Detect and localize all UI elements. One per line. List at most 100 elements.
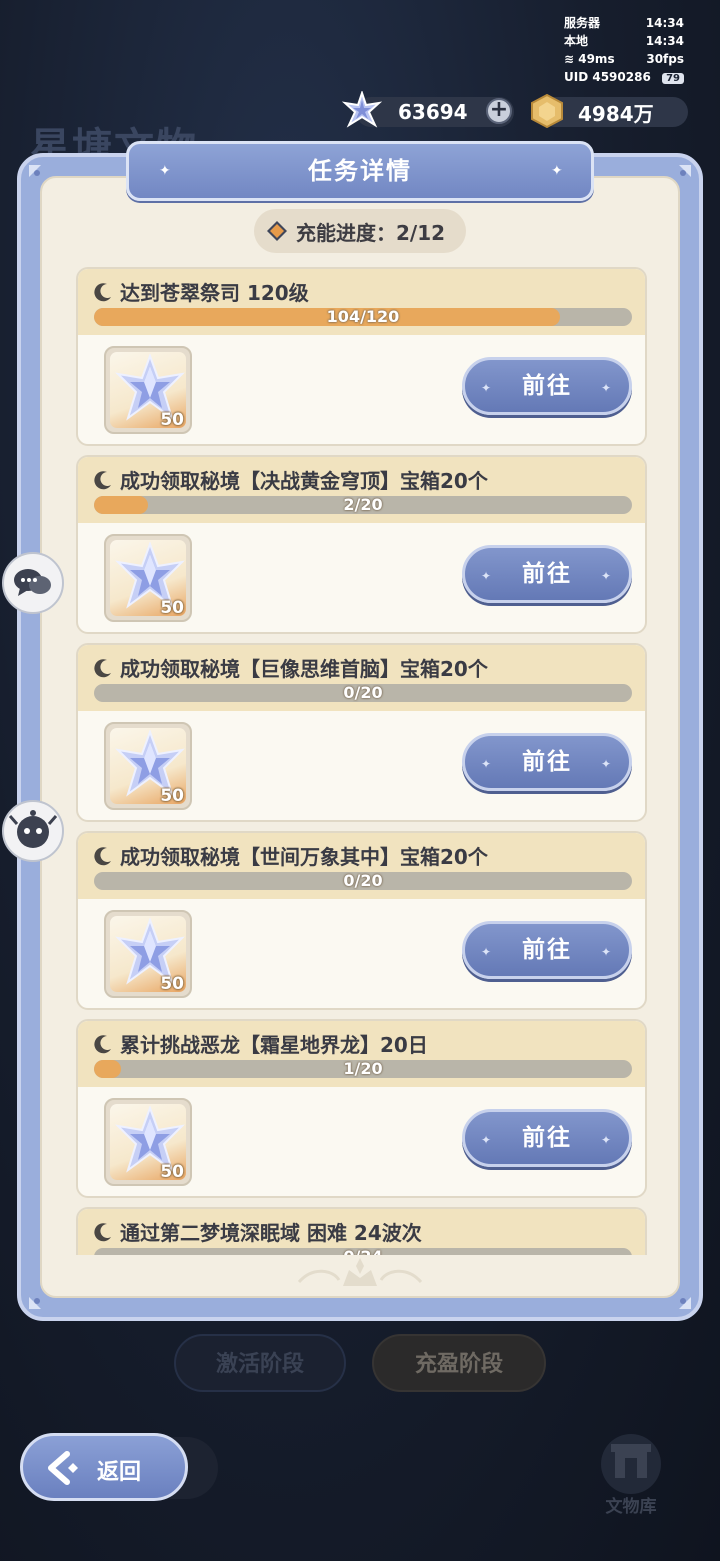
chat-icon bbox=[14, 569, 51, 596]
task-title: 成功领取秘境【世间万象其中】宝箱20个 bbox=[120, 845, 488, 869]
task-card: 达到苍翠祭司 120级 104/120 50 ✦ 前往 ✦ bbox=[76, 267, 647, 446]
task-card: 成功领取秘境【世间万象其中】宝箱20个 0/20 50 ✦ 前往 ✦ bbox=[76, 831, 647, 1010]
task-title: 成功领取秘境【巨像思维首脑】宝箱20个 bbox=[120, 657, 488, 681]
server-time: 14:34 bbox=[645, 16, 684, 30]
moon-icon bbox=[94, 1035, 111, 1054]
task-progress-text: 1/20 bbox=[343, 1060, 383, 1078]
corner-ornament-icon bbox=[29, 165, 41, 177]
task-progress-bar: 2/20 bbox=[94, 496, 632, 514]
task-header: 达到苍翠祭司 120级 104/120 bbox=[78, 269, 645, 335]
task-title: 通过第二梦境深眠域 困难 24波次 bbox=[120, 1221, 422, 1245]
add-gem-button[interactable]: + bbox=[486, 98, 512, 124]
reward-item[interactable]: 50 bbox=[104, 910, 192, 998]
task-progress-bar: 1/20 bbox=[94, 1060, 632, 1078]
gem-counter: 63694 + bbox=[342, 91, 514, 128]
diamond-ornament-icon: ✦ bbox=[481, 1133, 494, 1147]
server-label: 服务器 bbox=[564, 16, 601, 30]
coin-counter: 4984万 bbox=[531, 94, 688, 128]
task-progress-text: 0/20 bbox=[343, 684, 383, 702]
local-label: 本地 bbox=[564, 34, 589, 48]
reward-item[interactable]: 50 bbox=[104, 346, 192, 434]
ping: ≋ 49ms bbox=[564, 52, 615, 66]
go-button-label: 前往 bbox=[522, 937, 572, 963]
robot-icon bbox=[8, 810, 58, 848]
reward-quantity: 50 bbox=[160, 1162, 184, 1182]
chat-button[interactable] bbox=[2, 552, 64, 614]
task-header: 通过第二梦境深眠域 困难 24波次 0/24 bbox=[78, 1209, 645, 1255]
coin-value: 4984万 bbox=[578, 101, 654, 126]
go-button[interactable]: ✦ 前往 ✦ bbox=[462, 545, 632, 603]
local-time: 14:34 bbox=[645, 34, 684, 48]
task-header: 成功领取秘境【巨像思维首脑】宝箱20个 0/20 bbox=[78, 645, 645, 711]
diamond-ornament-icon: ✦ bbox=[481, 569, 494, 583]
task-progress-bar: 104/120 bbox=[94, 308, 632, 326]
gem-value: 63694 bbox=[398, 100, 468, 124]
reward-quantity: 50 bbox=[160, 974, 184, 994]
task-title: 达到苍翠祭司 120级 bbox=[120, 281, 309, 305]
task-card: 成功领取秘境【决战黄金穹顶】宝箱20个 2/20 50 ✦ 前往 ✦ bbox=[76, 455, 647, 634]
reward-item[interactable]: 50 bbox=[104, 722, 192, 810]
reward-item[interactable]: 50 bbox=[104, 534, 192, 622]
diamond-ornament-icon: ✦ bbox=[481, 945, 494, 959]
go-button[interactable]: ✦ 前往 ✦ bbox=[462, 357, 632, 415]
task-progress-text: 2/20 bbox=[343, 496, 383, 514]
status-overlay: 服务器 14:34 本地 14:34 ≋ 49ms 30fps UID 4590286… bbox=[564, 14, 684, 88]
charge-diamond-icon bbox=[267, 221, 287, 241]
back-button[interactable]: 返回 bbox=[20, 1433, 188, 1501]
task-card: 通过第二梦境深眠域 困难 24波次 0/24 50 ✦ 前往 ✦ bbox=[76, 1207, 647, 1255]
task-progress-text: 0/24 bbox=[94, 1248, 632, 1255]
assistant-button[interactable] bbox=[2, 800, 64, 862]
moon-icon bbox=[94, 847, 111, 866]
task-header: 成功领取秘境【世间万象其中】宝箱20个 0/20 bbox=[78, 833, 645, 899]
reward-quantity: 50 bbox=[160, 410, 184, 430]
go-button-label: 前往 bbox=[522, 561, 572, 587]
star-gem-icon bbox=[342, 91, 382, 128]
diamond-ornament-icon: ✦ bbox=[481, 381, 494, 395]
moon-icon bbox=[94, 659, 111, 678]
diamond-ornament-icon: ✦ bbox=[600, 945, 613, 959]
corner-ornament-icon bbox=[29, 1297, 41, 1309]
task-progress-bar: 0/20 bbox=[94, 872, 632, 890]
moon-icon bbox=[94, 471, 111, 490]
activate-stage-button[interactable]: 激活阶段 bbox=[174, 1334, 346, 1392]
diamond-ornament-icon: ✦ bbox=[481, 757, 494, 771]
corner-ornament-icon bbox=[679, 1297, 691, 1309]
go-button[interactable]: ✦ 前往 ✦ bbox=[462, 1109, 632, 1167]
reward-item[interactable]: 50 bbox=[104, 1098, 192, 1186]
diamond-ornament-icon: ✦ bbox=[600, 1133, 613, 1147]
wifi-icon: ≋ bbox=[564, 52, 579, 66]
go-button[interactable]: ✦ 前往 ✦ bbox=[462, 921, 632, 979]
task-progress-bar: 0/20 bbox=[94, 684, 632, 702]
panel-title-bar: ✦ 任务详情 ✦ bbox=[126, 141, 594, 201]
warehouse-label: 文物库 bbox=[605, 1497, 657, 1517]
go-button-label: 前往 bbox=[522, 749, 572, 775]
diamond-ornament-icon: ✦ bbox=[600, 569, 613, 583]
diamond-ornament-icon: ✦ bbox=[600, 757, 613, 771]
back-arrow-icon bbox=[48, 1451, 78, 1485]
go-button-label: 前往 bbox=[522, 373, 572, 399]
panel-bottom-ornament-icon bbox=[297, 1258, 423, 1286]
task-card: 累计挑战恶龙【霜星地界龙】20日 1/20 50 ✦ 前往 ✦ bbox=[76, 1019, 647, 1198]
charge-progress: 充能进度：2/12 bbox=[254, 209, 466, 253]
diamond-ornament-icon: ✦ bbox=[600, 381, 613, 395]
back-label: 返回 bbox=[97, 1460, 142, 1485]
task-progress-text: 0/20 bbox=[343, 872, 383, 890]
go-button-label: 前往 bbox=[522, 1125, 572, 1151]
corner-ornament-icon bbox=[679, 165, 691, 177]
task-card: 成功领取秘境【巨像思维首脑】宝箱20个 0/20 50 ✦ 前往 ✦ bbox=[76, 643, 647, 822]
task-list[interactable]: 达到苍翠祭司 120级 104/120 50 ✦ 前往 ✦ 成功领取秘境【决战黄… bbox=[76, 267, 647, 1255]
task-title: 成功领取秘境【决战黄金穹顶】宝箱20个 bbox=[120, 469, 488, 493]
moon-icon bbox=[94, 1223, 111, 1242]
artifact-warehouse-button[interactable]: 文物库 bbox=[594, 1432, 668, 1518]
fps: 30fps bbox=[646, 52, 684, 66]
uid: UID 4590286 bbox=[564, 70, 651, 84]
battery: 79 bbox=[662, 68, 684, 88]
coin-icon bbox=[531, 94, 563, 128]
go-button[interactable]: ✦ 前往 ✦ bbox=[462, 733, 632, 791]
moon-icon bbox=[94, 283, 111, 302]
charge-stage-button[interactable]: 充盈阶段 bbox=[372, 1334, 546, 1392]
diamond-ornament-icon: ✦ bbox=[551, 163, 563, 179]
task-progress-text: 104/120 bbox=[326, 308, 400, 326]
panel-title: 任务详情 bbox=[308, 157, 412, 185]
diamond-ornament-icon: ✦ bbox=[159, 163, 171, 179]
